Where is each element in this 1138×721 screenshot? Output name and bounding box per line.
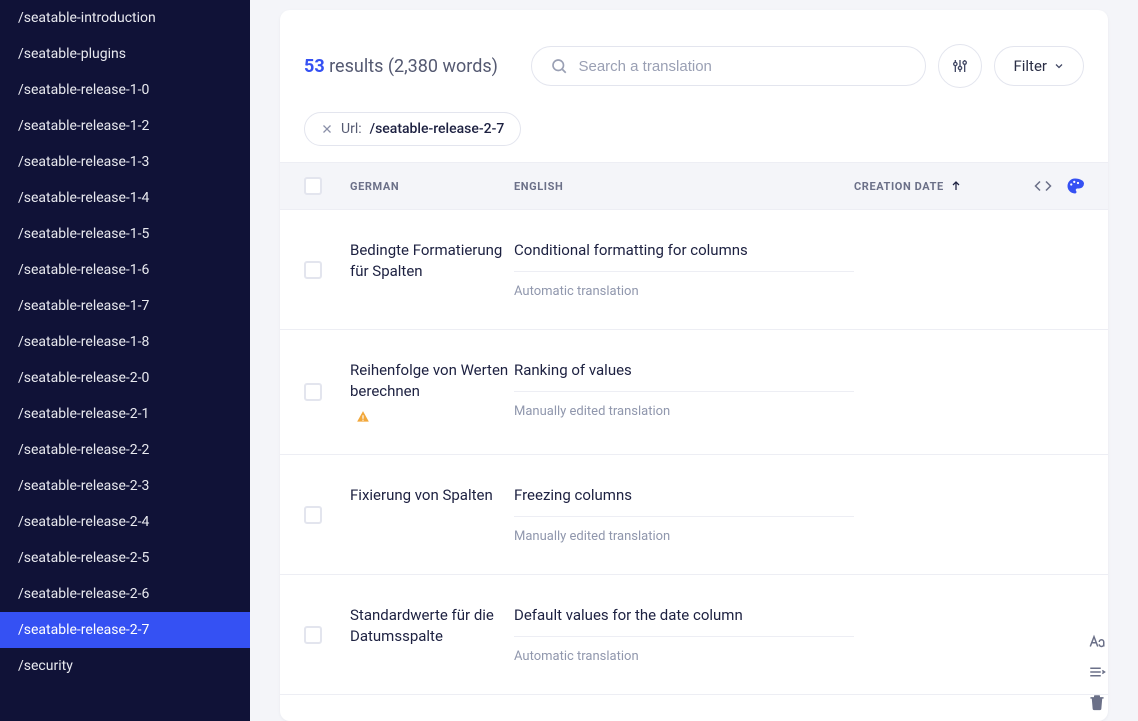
code-icon[interactable] [1034, 177, 1052, 195]
settings-button[interactable] [938, 44, 982, 88]
main-area: 53 results (2,380 words) Filter [250, 0, 1138, 721]
palette-icon[interactable] [1066, 177, 1084, 195]
table-row[interactable]: Reihenfolge von Werten berechnenRanking … [280, 330, 1108, 455]
trash-icon[interactable] [1088, 693, 1106, 711]
warning-icon [356, 410, 514, 424]
sliders-icon [952, 58, 968, 74]
english-text: Ranking of values [514, 360, 854, 381]
list-icon[interactable] [1088, 663, 1106, 681]
german-text: Standardwerte für die Datumsspalte [350, 605, 514, 647]
filter-label: Filter [1013, 57, 1047, 75]
sidebar-item[interactable]: /seatable-release-1-4 [0, 180, 250, 216]
row-checkbox[interactable] [304, 261, 322, 279]
sidebar-item[interactable]: /seatable-release-2-4 [0, 504, 250, 540]
sidebar-item[interactable]: /seatable-release-1-5 [0, 216, 250, 252]
results-count: 53 [304, 56, 325, 77]
sidebar-item[interactable]: /seatable-release-1-6 [0, 252, 250, 288]
sidebar-item[interactable]: /seatable-release-2-2 [0, 432, 250, 468]
font-case-icon[interactable] [1088, 633, 1106, 651]
table-header: GERMAN ENGLISH CREATION DATE [280, 162, 1108, 210]
filter-button[interactable]: Filter [994, 46, 1084, 86]
english-text: Conditional formatting for columns [514, 240, 854, 261]
row-checkbox[interactable] [304, 506, 322, 524]
results-summary: 53 results (2,380 words) [304, 56, 519, 77]
translation-rows: Bedingte Formatierung für SpaltenConditi… [280, 210, 1108, 721]
sidebar-item[interactable]: /seatable-release-2-1 [0, 396, 250, 432]
table-row[interactable]: Fixierung von SpaltenFreezing columns Man… [280, 455, 1108, 575]
sidebar-item[interactable]: /seatable-release-1-8 [0, 324, 250, 360]
sidebar: /seatable-introduction/seatable-plugins/… [0, 0, 250, 721]
sidebar-item[interactable]: /seatable-introduction [0, 0, 250, 36]
german-text: Reihenfolge von Werten berechnen [350, 360, 514, 402]
col-header-date-label: CREATION DATE [854, 180, 944, 193]
english-text: Freezing columns [514, 485, 854, 506]
translation-status: Manually edited translation [514, 404, 854, 419]
table-row[interactable]: Bedingte Formatierung für SpaltenConditi… [280, 210, 1108, 330]
sidebar-item[interactable]: /security [0, 648, 250, 684]
sidebar-item[interactable]: /seatable-release-2-6 [0, 576, 250, 612]
sidebar-item[interactable]: /seatable-release-2-0 [0, 360, 250, 396]
results-panel: 53 results (2,380 words) Filter [280, 10, 1108, 721]
sidebar-item[interactable]: /seatable-release-1-2 [0, 108, 250, 144]
sidebar-item[interactable]: /seatable-release-2-3 [0, 468, 250, 504]
german-text: Fixierung von Spalten [350, 485, 514, 506]
filter-chip-url: Url: /seatable-release-2-7 [304, 112, 521, 146]
row-checkbox[interactable] [304, 383, 322, 401]
close-icon[interactable] [321, 123, 333, 135]
results-words: (2,380 words) [388, 56, 498, 77]
arrow-up-icon [950, 180, 962, 192]
search-input[interactable] [578, 58, 907, 75]
row-checkbox[interactable] [304, 626, 322, 644]
sidebar-item[interactable]: /seatable-release-2-7 [0, 612, 250, 648]
translation-status: Automatic translation [514, 649, 854, 664]
col-header-german[interactable]: GERMAN [350, 180, 514, 193]
sidebar-item[interactable]: /seatable-release-1-3 [0, 144, 250, 180]
chip-value: /seatable-release-2-7 [370, 121, 505, 137]
sidebar-item[interactable]: /seatable-release-1-7 [0, 288, 250, 324]
table-row[interactable]: Standardwerte für die DatumsspalteDefaul… [280, 575, 1108, 695]
search-field[interactable] [531, 46, 926, 86]
english-text: Default values for the date column [514, 605, 854, 626]
search-icon [550, 57, 568, 75]
sidebar-item[interactable]: /seatable-release-2-5 [0, 540, 250, 576]
select-all-checkbox[interactable] [304, 177, 322, 195]
results-label: results [329, 56, 383, 77]
chevron-down-icon [1053, 60, 1065, 72]
floating-toolbar [1088, 633, 1106, 711]
sidebar-item[interactable]: /seatable-release-1-0 [0, 72, 250, 108]
sidebar-item[interactable]: /seatable-plugins [0, 36, 250, 72]
chip-label: Url: [341, 121, 362, 137]
col-header-english[interactable]: ENGLISH [514, 180, 854, 193]
german-text: Bedingte Formatierung für Spalten [350, 240, 514, 282]
col-header-date[interactable]: CREATION DATE [854, 180, 1014, 193]
translation-status: Automatic translation [514, 284, 854, 299]
translation-status: Manually edited translation [514, 529, 854, 544]
